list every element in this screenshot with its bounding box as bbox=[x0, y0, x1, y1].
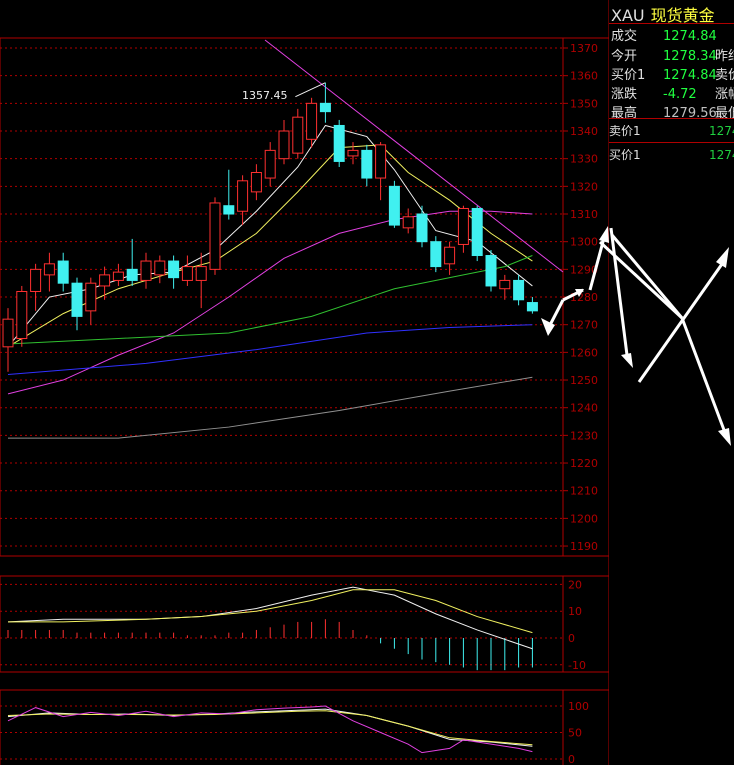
y-tick-label: -10 bbox=[568, 659, 586, 672]
candle-body bbox=[250, 172, 262, 193]
candle-body bbox=[416, 213, 428, 243]
y-tick-label: 1220 bbox=[570, 457, 598, 470]
y-tick-label: 1300 bbox=[570, 236, 598, 249]
kdj-panel-frame bbox=[0, 689, 609, 765]
candle-body bbox=[223, 205, 235, 215]
ma60-line bbox=[7, 324, 533, 375]
y-tick-label: 1200 bbox=[570, 512, 598, 525]
quote-row: 成交 1274.84 bbox=[611, 29, 717, 44]
peak-annotation: 1357.45 bbox=[242, 89, 288, 102]
candle-body bbox=[181, 266, 193, 281]
candle-body bbox=[485, 255, 497, 287]
annotation-leader bbox=[295, 82, 326, 98]
candle-body bbox=[71, 282, 83, 317]
candle-body bbox=[306, 102, 318, 140]
candle-body bbox=[30, 268, 42, 292]
candle-body bbox=[43, 263, 55, 276]
candle-body bbox=[112, 271, 124, 281]
y-tick-label: 1190 bbox=[570, 540, 598, 553]
price-chart: 1357.45 1370 1360 1350 1340 1330 1320 1310 1300… bbox=[0, 0, 609, 765]
candle-body bbox=[2, 318, 14, 348]
y-tick-label: 1340 bbox=[570, 125, 598, 138]
candle-body bbox=[375, 144, 387, 179]
candle-body bbox=[292, 116, 304, 154]
candle-body bbox=[402, 216, 414, 229]
trendline bbox=[264, 39, 564, 273]
y-tick-label: 10 bbox=[568, 605, 582, 618]
candle-body bbox=[16, 290, 28, 340]
y-tick-label: 1310 bbox=[570, 208, 598, 221]
quote-row: 今开1278.34昨结 bbox=[611, 49, 734, 64]
y-tick-label: 1230 bbox=[570, 429, 598, 442]
candle-body bbox=[361, 149, 373, 179]
y-tick-label: 1330 bbox=[570, 153, 598, 166]
quote-row: 买价11274.84卖价 bbox=[611, 68, 734, 83]
quote-panel: XAU现货黄金 成交1274.84 今开1278.34昨结 买价11274.84… bbox=[609, 0, 734, 765]
candle-body bbox=[99, 274, 111, 287]
y-tick-label: 100 bbox=[568, 700, 589, 713]
candle-body bbox=[388, 185, 400, 226]
candle-body bbox=[471, 207, 483, 257]
candle-body bbox=[347, 149, 359, 157]
candle-body bbox=[526, 302, 538, 312]
candle-body bbox=[430, 241, 442, 268]
y-tick-label: 1320 bbox=[570, 180, 598, 193]
candle-body bbox=[195, 266, 207, 281]
candle-body bbox=[85, 282, 97, 312]
orderbook-bid: 买价11274 bbox=[609, 148, 734, 162]
candle-body bbox=[237, 180, 249, 212]
y-tick-label: 50 bbox=[568, 727, 582, 740]
y-tick-label: 1240 bbox=[570, 402, 598, 415]
candle-body bbox=[154, 260, 166, 276]
candle-body bbox=[444, 246, 456, 265]
candle-body bbox=[168, 260, 180, 279]
y-tick-label: 1280 bbox=[570, 291, 598, 304]
y-tick-label: 1210 bbox=[570, 485, 598, 498]
y-tick-label: 1290 bbox=[570, 263, 598, 276]
macd-panel-frame bbox=[0, 575, 609, 673]
quote-row: 涨跌-4.72涨幅 bbox=[611, 87, 734, 102]
candle-body bbox=[140, 260, 152, 281]
y-tick-label: 1270 bbox=[570, 319, 598, 332]
candle-body bbox=[264, 149, 276, 179]
y-tick-label: 0 bbox=[568, 632, 575, 645]
candle-body bbox=[333, 124, 345, 162]
candle-body bbox=[457, 207, 469, 245]
candle-body bbox=[278, 130, 290, 160]
j-line bbox=[7, 705, 533, 754]
candle-body bbox=[209, 202, 221, 270]
y-tick-label: 1350 bbox=[570, 97, 598, 110]
y-tick-label: 1370 bbox=[570, 42, 598, 55]
dif-line bbox=[7, 586, 533, 650]
candle-body bbox=[513, 279, 525, 301]
y-tick-label: 20 bbox=[568, 578, 582, 591]
candle-body bbox=[126, 268, 138, 281]
y-tick-label: 1250 bbox=[570, 374, 598, 387]
y-tick-label: 1360 bbox=[570, 70, 598, 83]
y-tick-label: 1260 bbox=[570, 346, 598, 359]
candle-body bbox=[57, 260, 69, 284]
candle-body bbox=[319, 102, 331, 113]
y-tick-label: 0 bbox=[568, 753, 575, 765]
orderbook-ask: 卖价11274 bbox=[609, 124, 734, 138]
candle-body bbox=[499, 279, 511, 290]
